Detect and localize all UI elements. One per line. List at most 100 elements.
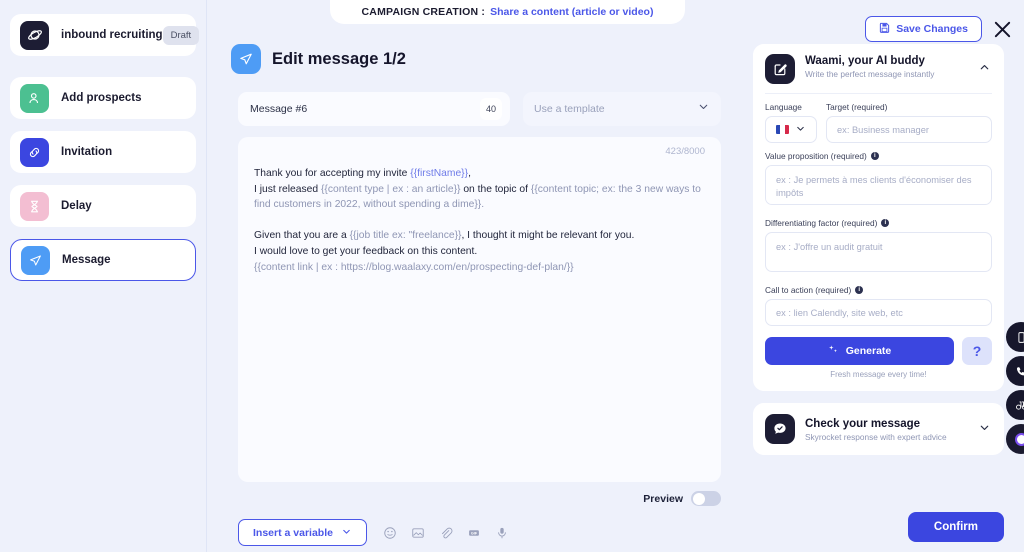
- message-name-field[interactable]: Message #6 40: [238, 92, 510, 126]
- preview-label: Preview: [643, 492, 683, 505]
- attachment-icon[interactable]: [439, 525, 454, 540]
- app-root: CAMPAIGN CREATION : Share a content (art…: [0, 0, 1024, 552]
- check-message-title: Check your message: [805, 417, 921, 430]
- value-proposition-input[interactable]: [765, 165, 992, 205]
- main-panel: Edit message 1/2 Message #6 40 Use a tem…: [207, 0, 745, 552]
- sidebar-item-label: Invitation: [61, 146, 113, 158]
- call-to-action-input[interactable]: [765, 299, 992, 326]
- sidebar-item-label: Message: [62, 254, 111, 266]
- floppy-disk-icon: [879, 22, 890, 36]
- chevron-up-icon[interactable]: [978, 54, 992, 79]
- svg-text:GIF: GIF: [471, 531, 478, 535]
- value-proposition-label: Value proposition (required) i: [765, 151, 992, 161]
- differentiating-factor-label-text: Differentiating factor (required): [765, 218, 878, 228]
- page-title: Edit message 1/2: [272, 49, 406, 68]
- template-select-placeholder: Use a template: [534, 103, 605, 115]
- floating-action-buttons: [1006, 322, 1024, 458]
- call-to-action-label: Call to action (required) i: [765, 285, 992, 295]
- message-name-value: Message #6: [250, 103, 308, 115]
- chat-check-icon: [765, 414, 795, 444]
- message-line-5: I would love to get your feedback on thi…: [254, 245, 478, 257]
- binoculars-icon[interactable]: [1006, 390, 1024, 420]
- check-message-subtitle: Skyrocket response with expert advice: [805, 431, 947, 442]
- sidebar-item-label: Delay: [61, 200, 92, 212]
- character-counter: 423/8000: [665, 146, 705, 157]
- msg-text: Thank you for accepting my invite: [254, 168, 411, 179]
- campaign-creation-value[interactable]: Share a content (article or video): [490, 6, 653, 18]
- hourglass-icon: [20, 191, 49, 221]
- help-button[interactable]: ?: [962, 337, 992, 365]
- info-icon[interactable]: i: [870, 152, 879, 160]
- msg-text: , I thought it might be relevant for you…: [461, 230, 635, 242]
- sidebar: inbound recruiting Draft Add prospects I…: [0, 0, 207, 552]
- message-line-2: I just released {{content type | ex : an…: [254, 182, 705, 213]
- message-line-6: {{content link | ex : https://blog.waala…: [254, 261, 574, 273]
- sidebar-item-message[interactable]: Message: [10, 239, 196, 281]
- insert-variable-button[interactable]: Insert a variable: [238, 519, 367, 546]
- sparkle-icon: [828, 344, 839, 358]
- message-line-1: Thank you for accepting my invite {{firs…: [254, 166, 705, 182]
- link-icon: [20, 137, 49, 167]
- sidebar-item-add-prospects[interactable]: Add prospects: [10, 77, 196, 119]
- send-icon: [21, 245, 50, 275]
- check-message-card[interactable]: Check your message Skyrocket response wi…: [753, 403, 1004, 455]
- call-to-action-field: Call to action (required) i: [765, 285, 992, 326]
- message-fields-row: Message #6 40 Use a template: [207, 74, 745, 126]
- sidebar-item-invitation[interactable]: Invitation: [10, 131, 196, 173]
- image-icon[interactable]: [411, 525, 426, 540]
- check-message-text: Check your message Skyrocket response wi…: [805, 417, 968, 442]
- toolbar-icons: GIF: [383, 525, 510, 540]
- message-line-4: Given that you are a {{job title ex: "fr…: [254, 228, 705, 244]
- message-body-text: Thank you for accepting my invite {{firs…: [254, 166, 705, 275]
- mobile-icon[interactable]: [1006, 322, 1024, 352]
- generate-row: Generate ?: [765, 337, 992, 365]
- sidebar-item-delay[interactable]: Delay: [10, 185, 196, 227]
- message-editor[interactable]: 423/8000 Thank you for accepting my invi…: [238, 137, 721, 482]
- chevron-down-icon: [341, 526, 352, 540]
- sidebar-item-label: Add prospects: [61, 92, 142, 104]
- info-icon[interactable]: i: [881, 219, 890, 227]
- differentiating-factor-input[interactable]: [765, 232, 992, 272]
- generate-button[interactable]: Generate: [765, 337, 954, 365]
- msg-text: Given that you are a: [254, 230, 350, 242]
- differentiating-factor-field: Differentiating factor (required) i: [765, 218, 992, 277]
- confirm-button[interactable]: Confirm: [907, 512, 1004, 542]
- sidebar-item-campaign[interactable]: inbound recruiting Draft: [10, 14, 200, 56]
- waami-card: Waami, your AI buddy Write the perfect m…: [753, 44, 1004, 391]
- record-dot: [1014, 432, 1024, 446]
- info-icon[interactable]: i: [855, 286, 864, 294]
- microphone-icon[interactable]: [495, 525, 510, 540]
- toggle-knob: [692, 492, 705, 505]
- save-changes-label: Save Changes: [896, 23, 968, 35]
- language-field: Language: [765, 102, 817, 143]
- editor-toolbar: Insert a variable GIF: [207, 506, 745, 546]
- right-panel: Waami, your AI buddy Write the perfect m…: [745, 0, 1024, 552]
- campaign-creation-label: CAMPAIGN CREATION :: [361, 6, 486, 18]
- divider: [765, 93, 992, 94]
- placeholder-token: {{content type | ex : an article}}: [320, 183, 461, 195]
- variable-token: {{firstName}}: [410, 168, 469, 179]
- target-label: Target (required): [826, 102, 888, 112]
- language-select[interactable]: [765, 116, 817, 143]
- status-badge: Draft: [162, 25, 200, 45]
- call-to-action-label-text: Call to action (required): [765, 285, 852, 295]
- msg-text: on the topic of: [460, 183, 531, 195]
- sidebar-item-label: inbound recruiting: [61, 29, 163, 41]
- chevron-down-icon: [795, 121, 806, 139]
- emoji-icon[interactable]: [383, 525, 398, 540]
- save-changes-button[interactable]: Save Changes: [865, 16, 982, 42]
- phone-icon[interactable]: [1006, 356, 1024, 386]
- target-input[interactable]: [826, 116, 992, 143]
- planet-icon: [20, 20, 49, 50]
- campaign-creation-tab: CAMPAIGN CREATION : Share a content (art…: [330, 0, 685, 24]
- preview-toggle[interactable]: [691, 491, 721, 506]
- message-name-counter: 40: [480, 98, 502, 120]
- gif-icon[interactable]: GIF: [467, 525, 482, 540]
- template-select[interactable]: Use a template: [523, 92, 721, 126]
- close-icon[interactable]: [990, 17, 1014, 41]
- target-field: Target (required): [826, 102, 992, 143]
- record-icon[interactable]: [1006, 424, 1024, 454]
- chevron-down-icon[interactable]: [978, 419, 992, 439]
- value-proposition-label-text: Value proposition (required): [765, 151, 867, 161]
